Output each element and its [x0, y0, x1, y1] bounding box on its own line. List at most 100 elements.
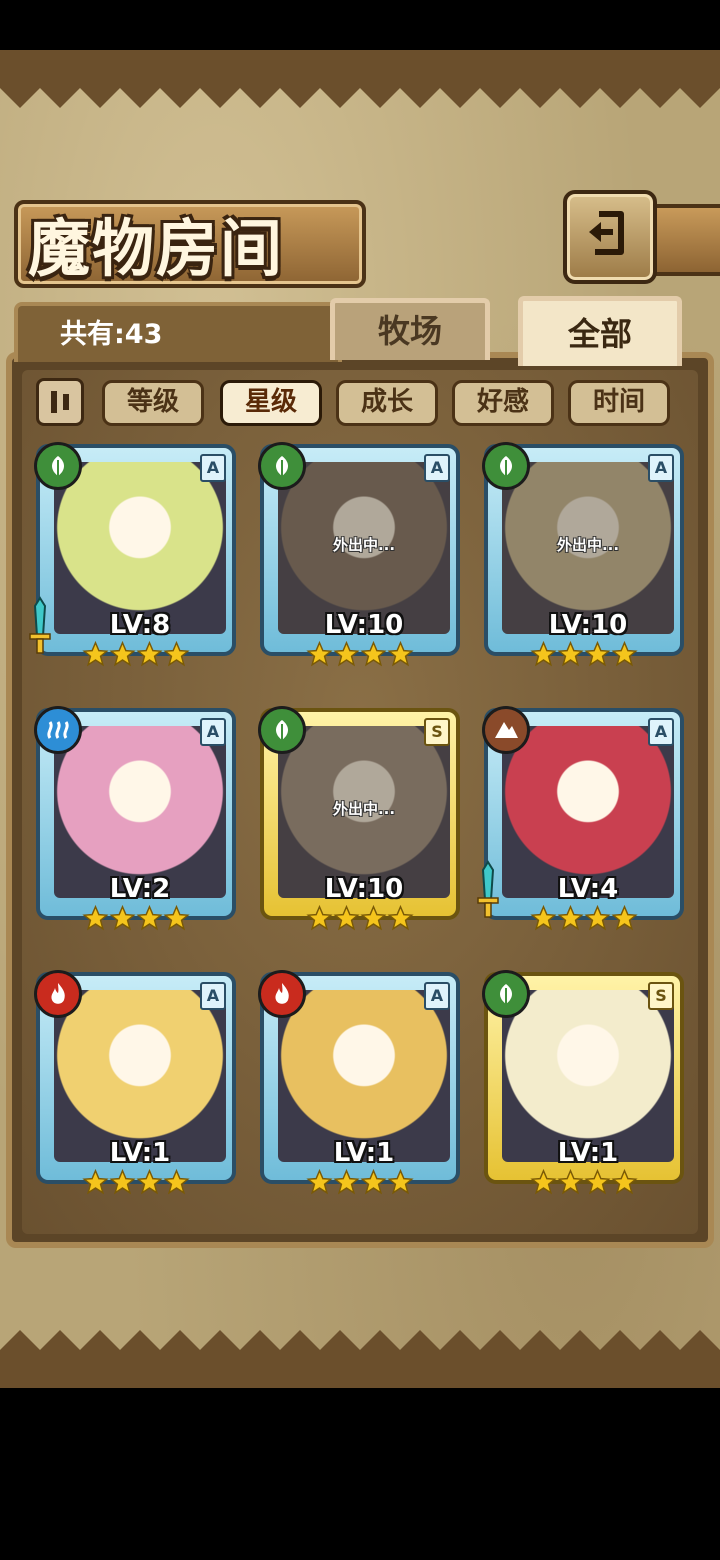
earth-element-icon: [482, 706, 530, 754]
sort-order-toggle[interactable]: [36, 378, 84, 426]
monster-portrait: [502, 726, 674, 898]
sort-level-button[interactable]: 等级: [102, 380, 204, 426]
star-rating: [530, 1168, 638, 1204]
rank-badge: S: [424, 718, 450, 746]
monster-card[interactable]: A 外出中... LV:10: [258, 442, 460, 682]
sort-affection-button[interactable]: 好感: [452, 380, 554, 426]
sort-growth-button[interactable]: 成长: [336, 380, 438, 426]
page-title: 魔物房间: [28, 212, 285, 285]
star-icon: [109, 640, 136, 667]
monster-portrait: [54, 726, 226, 898]
monster-level: LV:1: [109, 1138, 171, 1168]
top-rim: [0, 50, 720, 78]
star-rating: [530, 640, 638, 676]
star-icon: [163, 1168, 190, 1195]
monster-card[interactable]: S 外出中... LV:10: [258, 706, 460, 946]
star-icon: [530, 1168, 557, 1195]
monster-level: LV:10: [324, 874, 404, 904]
star-icon: [163, 640, 190, 667]
top-zigzag: [0, 78, 720, 108]
bottom-rim: [0, 1360, 720, 1388]
monster-portrait: [278, 990, 450, 1162]
back-button-tail: [646, 204, 720, 276]
star-icon: [82, 1168, 109, 1195]
back-button[interactable]: [563, 190, 657, 284]
star-icon: [306, 904, 333, 931]
navigation-bar-area: [0, 1388, 720, 1560]
rank-badge: A: [424, 982, 450, 1010]
monster-card[interactable]: A LV:1: [34, 970, 236, 1210]
sword-icon: [474, 860, 502, 920]
monster-card[interactable]: A LV:8: [29, 442, 236, 682]
star-icon: [109, 904, 136, 931]
star-rating: [82, 640, 190, 676]
monster-level: LV:10: [548, 610, 628, 640]
status-bar: [0, 0, 720, 50]
monster-card[interactable]: A 外出中... LV:10: [482, 442, 684, 682]
star-icon: [82, 904, 109, 931]
tab-all[interactable]: 全部: [518, 296, 682, 366]
monster-portrait: [54, 990, 226, 1162]
nature-element-icon: [482, 442, 530, 490]
sort-star-button[interactable]: 星级: [220, 380, 322, 426]
star-icon: [360, 904, 387, 931]
star-icon: [163, 904, 190, 931]
monster-card[interactable]: A LV:2: [34, 706, 236, 946]
star-icon: [530, 904, 557, 931]
star-icon: [557, 1168, 584, 1195]
monster-level: LV:4: [557, 874, 619, 904]
star-icon: [611, 640, 638, 667]
sort-time-button[interactable]: 时间: [568, 380, 670, 426]
monster-level: LV:2: [109, 874, 171, 904]
monster-card[interactable]: S LV:1: [482, 970, 684, 1210]
star-icon: [360, 1168, 387, 1195]
monster-level: LV:10: [324, 610, 404, 640]
star-rating: [306, 904, 414, 940]
nature-element-icon: [482, 970, 530, 1018]
star-icon: [611, 904, 638, 931]
bottom-zigzag: [0, 1330, 720, 1360]
star-icon: [333, 640, 360, 667]
star-icon: [306, 1168, 333, 1195]
monster-card[interactable]: A LV:4: [477, 706, 684, 946]
fire-element-icon: [34, 970, 82, 1018]
star-icon: [82, 640, 109, 667]
water-element-icon: [34, 706, 82, 754]
rank-badge: A: [424, 454, 450, 482]
sword-icon: [26, 596, 54, 656]
fire-element-icon: [258, 970, 306, 1018]
star-icon: [306, 640, 333, 667]
monster-level: LV:1: [333, 1138, 395, 1168]
star-rating: [306, 1168, 414, 1204]
star-icon: [387, 904, 414, 931]
monster-count: 共有:43: [60, 319, 163, 350]
star-icon: [109, 1168, 136, 1195]
rank-badge: A: [648, 718, 674, 746]
star-rating: [82, 1168, 190, 1204]
monster-card[interactable]: A LV:1: [258, 970, 460, 1210]
star-icon: [387, 640, 414, 667]
monster-level: LV:1: [557, 1138, 619, 1168]
star-icon: [333, 1168, 360, 1195]
star-icon: [584, 904, 611, 931]
tab-ranch[interactable]: 牧场: [330, 298, 490, 360]
rank-badge: S: [648, 982, 674, 1010]
pause-bar-icon: [51, 391, 57, 413]
star-rating: [530, 904, 638, 940]
star-icon: [530, 640, 557, 667]
pause-bar-icon: [63, 394, 69, 410]
away-status: 外出中...: [556, 536, 620, 554]
rank-badge: A: [200, 718, 226, 746]
star-rating: [306, 640, 414, 676]
monster-portrait: [54, 462, 226, 634]
rank-badge: A: [648, 454, 674, 482]
away-status: 外出中...: [332, 800, 396, 818]
rank-badge: A: [200, 982, 226, 1010]
nature-element-icon: [34, 442, 82, 490]
star-icon: [557, 904, 584, 931]
star-icon: [136, 1168, 163, 1195]
star-icon: [584, 1168, 611, 1195]
monster-portrait: [502, 990, 674, 1162]
back-arrow-icon: [589, 211, 624, 255]
star-icon: [584, 640, 611, 667]
